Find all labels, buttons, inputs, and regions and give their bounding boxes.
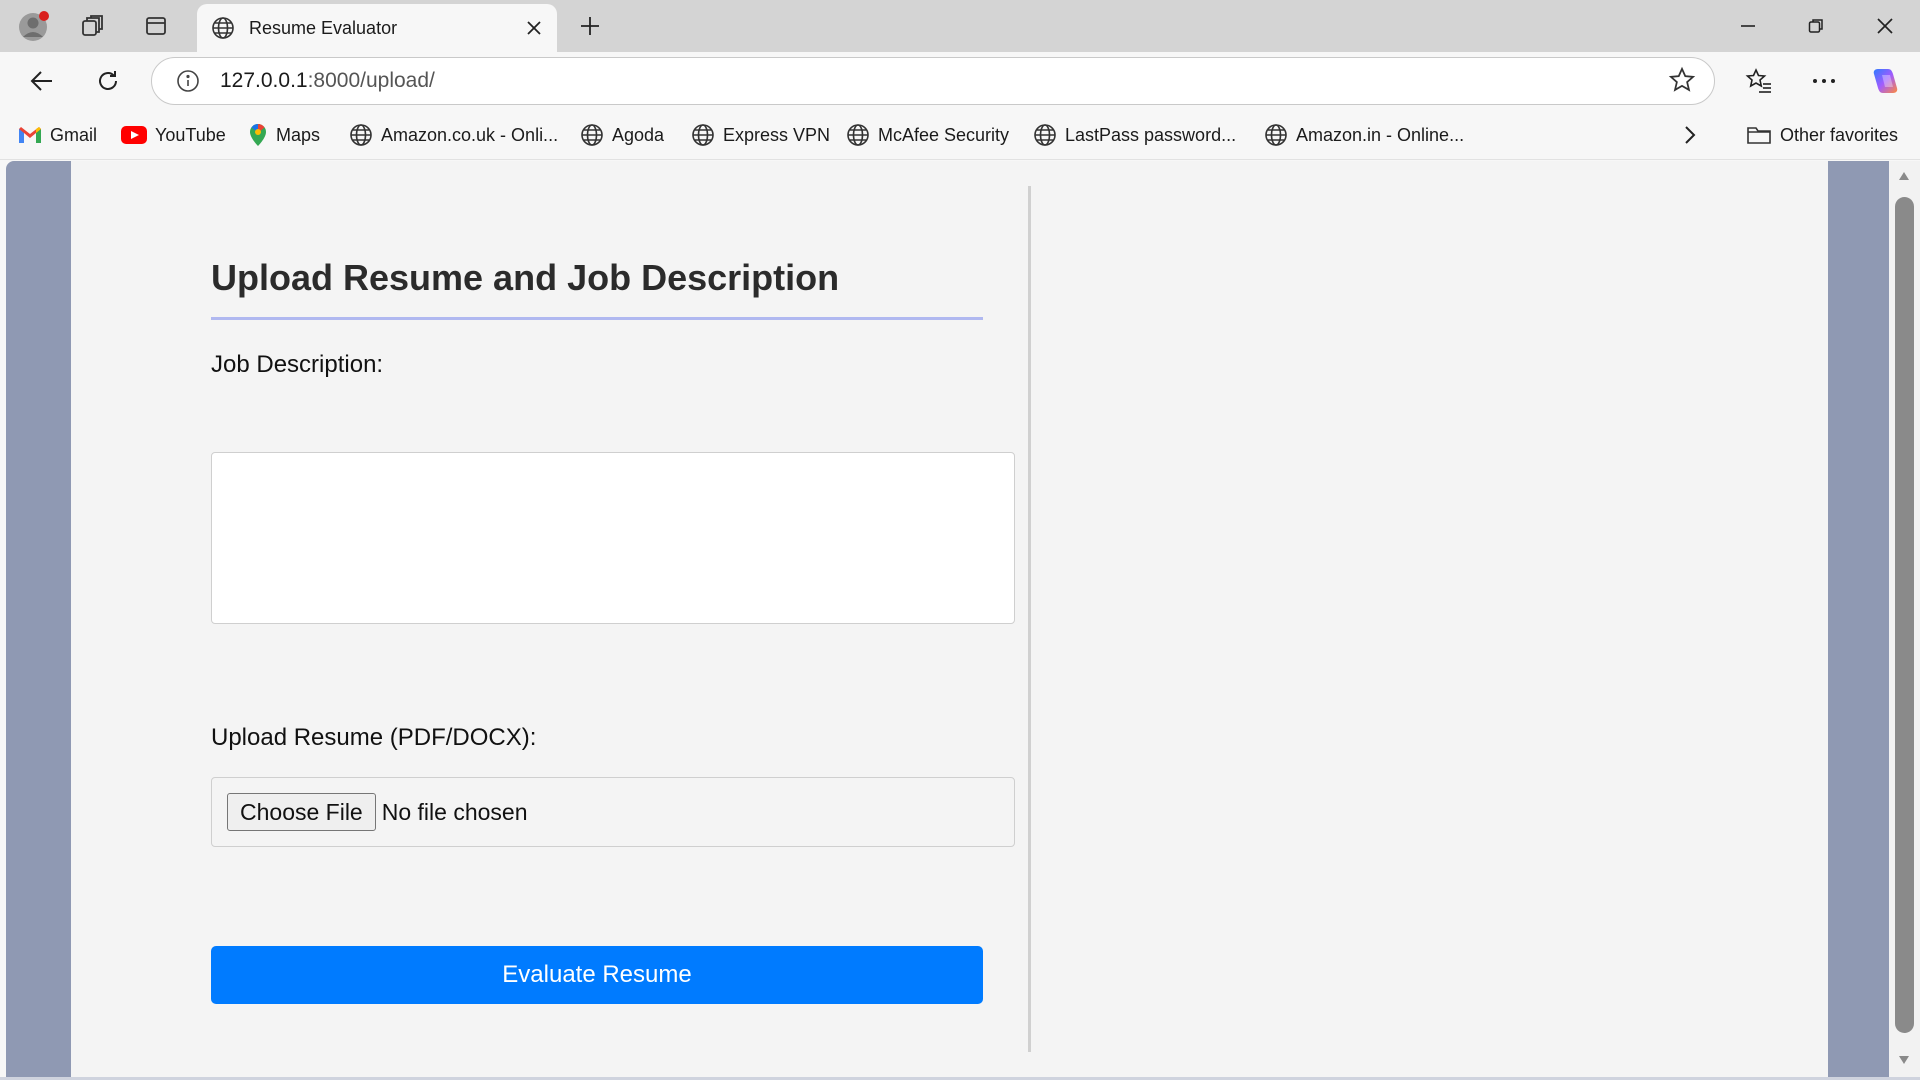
favorite-label: McAfee Security xyxy=(878,124,1010,145)
url-host: 127.0.0.1 xyxy=(220,69,308,92)
copilot-icon xyxy=(1870,65,1902,97)
workspaces-button[interactable] xyxy=(70,6,114,46)
title-underline xyxy=(211,317,983,320)
job-description-textarea[interactable] xyxy=(211,452,1015,624)
resume-upload-label: Upload Resume (PDF/DOCX): xyxy=(211,724,537,751)
favorite-label: Agoda xyxy=(612,124,665,145)
tab-resume-evaluator[interactable]: Resume Evaluator xyxy=(197,4,557,52)
minimize-icon xyxy=(1739,17,1757,35)
favorites-star-list-icon xyxy=(1745,67,1773,95)
youtube-icon xyxy=(121,126,147,144)
favorites-button[interactable] xyxy=(1737,60,1781,102)
favorite-label: Gmail xyxy=(50,124,98,145)
vertical-tabs-button[interactable] xyxy=(134,6,178,46)
favorite-agoda[interactable]: Agoda xyxy=(580,122,664,148)
resume-file-input[interactable]: Choose File No file chosen xyxy=(211,777,1015,847)
upload-form: Upload Resume and Job Description Job De… xyxy=(71,161,1015,1077)
favorite-label: Amazon.in - Online... xyxy=(1296,124,1465,145)
file-status-text: No file chosen xyxy=(381,798,528,825)
scroll-up-arrow-icon[interactable] xyxy=(1898,171,1910,181)
other-favorites-folder[interactable]: Other favorites xyxy=(1746,122,1898,148)
favorite-label: YouTube xyxy=(155,124,226,145)
profile-button[interactable] xyxy=(12,6,56,46)
settings-more-button[interactable] xyxy=(1802,60,1846,102)
page-viewport: Upload Resume and Job Description Job De… xyxy=(6,161,1889,1077)
restore-icon xyxy=(1807,17,1825,35)
page-title: Upload Resume and Job Description xyxy=(211,257,840,298)
scrollbar-thumb[interactable] xyxy=(1895,197,1914,1033)
upload-card: Upload Resume and Job Description Job De… xyxy=(71,161,1828,1077)
favorite-express-vpn[interactable]: Express VPN xyxy=(691,122,830,148)
url-path: :8000/upload/ xyxy=(307,69,435,92)
url-text[interactable]: 127.0.0.1:8000/upload/ xyxy=(220,69,435,93)
favorite-mcafee[interactable]: McAfee Security xyxy=(846,122,1009,148)
page-scrollbar[interactable] xyxy=(1889,161,1920,1077)
scroll-down-arrow-icon[interactable] xyxy=(1898,1055,1910,1065)
back-arrow-icon xyxy=(29,68,55,94)
evaluate-resume-button[interactable]: Evaluate Resume xyxy=(211,946,983,1004)
globe-icon xyxy=(1264,123,1288,147)
tab-title: Resume Evaluator xyxy=(249,17,398,38)
close-tab-icon[interactable] xyxy=(525,19,543,37)
favorite-youtube[interactable]: YouTube xyxy=(121,122,226,148)
close-window-button[interactable] xyxy=(1851,0,1919,52)
copilot-button[interactable] xyxy=(1864,60,1908,102)
tab-actions-icon xyxy=(144,14,168,38)
gmail-icon xyxy=(18,126,42,144)
profile-avatar-icon xyxy=(17,9,51,43)
folder-icon xyxy=(1746,124,1772,146)
favorite-label: LastPass password... xyxy=(1065,124,1237,145)
favorite-label: Maps xyxy=(276,124,321,145)
back-button[interactable] xyxy=(20,60,64,102)
new-tab-button[interactable] xyxy=(568,6,612,46)
favorite-label: Express VPN xyxy=(723,124,831,145)
favorite-maps[interactable]: Maps xyxy=(248,122,320,148)
restore-button[interactable] xyxy=(1782,0,1850,52)
column-divider xyxy=(1028,186,1031,1052)
add-favorite-star-icon[interactable] xyxy=(1668,66,1696,94)
choose-file-button[interactable]: Choose File xyxy=(227,793,376,831)
favorites-bar: Gmail YouTube Maps Amazon.co.uk - Onli..… xyxy=(0,110,1920,160)
toolbar: 127.0.0.1:8000/upload/ xyxy=(0,52,1920,110)
other-favorites-label: Other favorites xyxy=(1780,124,1899,145)
address-bar[interactable]: 127.0.0.1:8000/upload/ xyxy=(151,57,1715,105)
globe-icon xyxy=(580,123,604,147)
chevron-right-icon xyxy=(1683,124,1697,146)
globe-icon xyxy=(1033,123,1057,147)
job-description-label: Job Description: xyxy=(211,351,384,378)
globe-icon xyxy=(349,123,373,147)
minimize-button[interactable] xyxy=(1714,0,1782,52)
favorite-amazon-uk[interactable]: Amazon.co.uk - Onli... xyxy=(349,122,558,148)
refresh-button[interactable] xyxy=(86,60,130,102)
workspaces-icon xyxy=(79,13,105,39)
refresh-icon xyxy=(95,68,121,94)
more-dots-icon xyxy=(1811,77,1837,85)
globe-icon xyxy=(846,123,870,147)
globe-icon xyxy=(211,16,235,40)
site-info-icon[interactable] xyxy=(176,69,200,93)
favorites-overflow-button[interactable] xyxy=(1683,122,1705,148)
globe-icon xyxy=(691,123,715,147)
plus-icon xyxy=(579,15,601,37)
close-icon xyxy=(1876,17,1894,35)
favorite-lastpass[interactable]: LastPass password... xyxy=(1033,122,1236,148)
favorite-amazon-in[interactable]: Amazon.in - Online... xyxy=(1264,122,1464,148)
favorite-label: Amazon.co.uk - Onli... xyxy=(381,124,559,145)
maps-pin-icon xyxy=(248,123,268,147)
favorite-gmail[interactable]: Gmail xyxy=(18,122,97,148)
tab-strip: Resume Evaluator xyxy=(0,0,1920,52)
